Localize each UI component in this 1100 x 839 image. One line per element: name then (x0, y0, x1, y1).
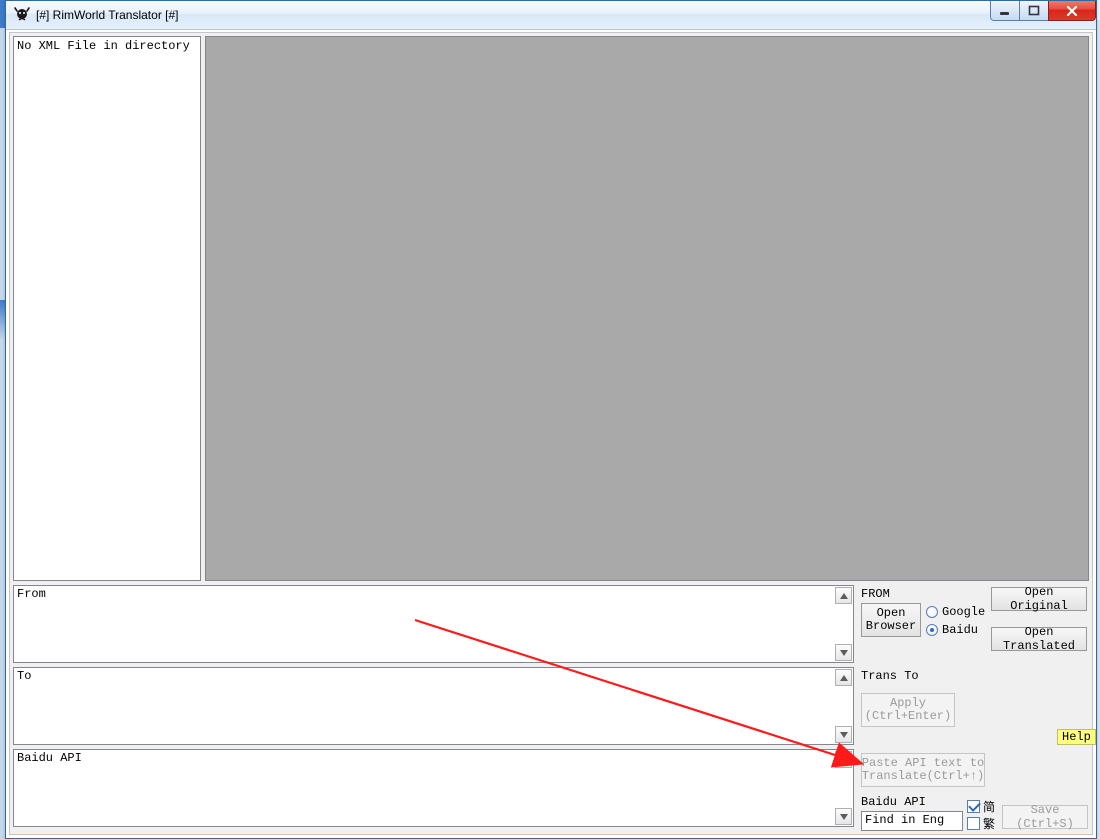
radio-icon-checked (926, 624, 938, 636)
close-button[interactable] (1048, 1, 1096, 21)
app-icon (14, 7, 30, 23)
titlebar[interactable]: [#] RimWorld Translator [#] (6, 1, 1096, 30)
scroll-down[interactable] (835, 726, 852, 743)
save-button[interactable]: Save (Ctrl+S) (1002, 805, 1088, 829)
simplified-checkbox-row[interactable]: 简 (967, 798, 995, 815)
scroll-up[interactable] (835, 669, 852, 686)
traditional-checkbox-row[interactable]: 繁 (967, 815, 995, 832)
to-editor[interactable]: To (13, 667, 854, 745)
from-section-label: FROM (861, 587, 890, 601)
open-original-button[interactable]: Open Original (991, 587, 1087, 611)
window-title: [#] RimWorld Translator [#] (36, 8, 179, 22)
window-controls (991, 1, 1096, 21)
scroll-up[interactable] (835, 751, 852, 768)
radio-icon-unchecked (926, 606, 938, 618)
checkbox-icon-checked (967, 800, 980, 813)
scroll-down[interactable] (835, 808, 852, 825)
radio-google[interactable]: Google (926, 605, 985, 619)
client-area: No XML File in directory From To Baidu A… (9, 32, 1093, 835)
open-browser-button[interactable]: Open Browser (861, 603, 921, 637)
trans-to-label: Trans To (861, 669, 919, 683)
scroll-up[interactable] (835, 587, 852, 604)
close-icon (1065, 5, 1079, 17)
radio-baidu[interactable]: Baidu (926, 623, 978, 637)
content-pane[interactable] (205, 36, 1089, 581)
scroll-down[interactable] (835, 644, 852, 661)
from-scrollbar[interactable] (835, 587, 852, 661)
baidu-api-editor[interactable]: Baidu API (13, 749, 854, 827)
checkbox-icon-unchecked (967, 817, 980, 830)
maximize-button[interactable] (1019, 1, 1049, 21)
find-in-eng-field[interactable]: Find in Eng (861, 811, 963, 831)
simplified-label: 简 (983, 798, 995, 815)
radio-baidu-label: Baidu (942, 623, 978, 637)
traditional-label: 繁 (983, 815, 995, 832)
open-translated-button[interactable]: Open Translated (991, 627, 1087, 651)
to-editor-label: To (17, 669, 31, 683)
apply-button[interactable]: Apply (Ctrl+Enter) (861, 693, 955, 727)
api-editor-label: Baidu API (17, 751, 82, 765)
to-scrollbar[interactable] (835, 669, 852, 743)
minimize-icon (999, 5, 1011, 17)
app-window: [#] RimWorld Translator [#] No XML File … (5, 0, 1097, 839)
from-editor[interactable]: From (13, 585, 854, 663)
paste-api-button[interactable]: Paste API text to Translate(Ctrl+↑) (861, 753, 985, 787)
xml-file-list[interactable]: No XML File in directory (13, 36, 201, 581)
file-list-empty-text: No XML File in directory (17, 39, 190, 53)
radio-google-label: Google (942, 605, 985, 619)
maximize-icon (1028, 5, 1040, 17)
help-badge[interactable]: Help (1057, 729, 1096, 745)
api-scrollbar[interactable] (835, 751, 852, 825)
baidu-api-label: Baidu API (861, 795, 926, 809)
minimize-button[interactable] (990, 1, 1020, 21)
from-editor-label: From (17, 587, 46, 601)
